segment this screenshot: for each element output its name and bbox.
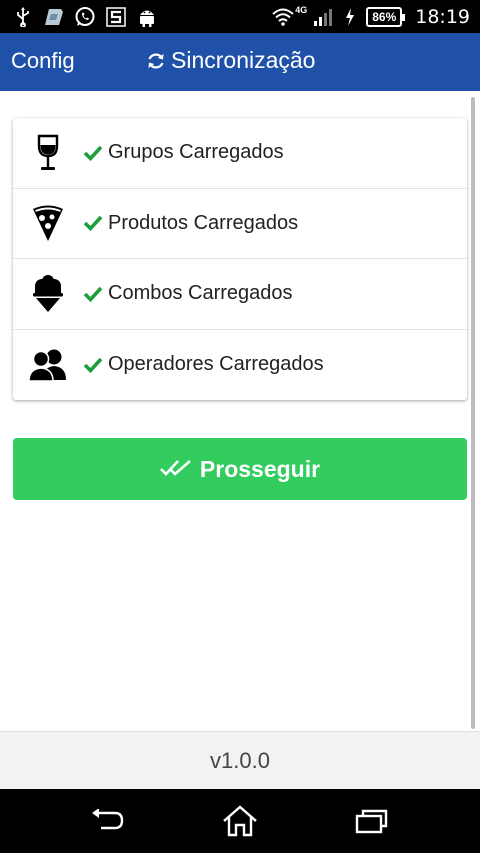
sync-content: Grupos Carregados Produtos Carregados Co… [0, 91, 480, 731]
list-item: Produtos Carregados [13, 188, 467, 259]
whatsapp-icon [74, 6, 96, 28]
app-bar: Config Sincronização [0, 33, 480, 91]
list-item: Grupos Carregados [13, 118, 467, 189]
list-item-label: Operadores Carregados [108, 353, 324, 376]
check-icon [83, 142, 105, 164]
back-icon[interactable] [88, 803, 128, 839]
battery-indicator: 86% [366, 6, 406, 27]
navigation-bar [0, 789, 480, 853]
check-icon [83, 283, 105, 305]
recent-apps-icon[interactable] [352, 803, 392, 839]
footer: v1.0.0 [0, 731, 480, 789]
wifi-icon [272, 6, 294, 28]
clock: 18:19 [415, 5, 470, 28]
notification-icons [12, 4, 158, 29]
list-item-label: Grupos Carregados [108, 141, 284, 164]
double-check-icon [160, 458, 192, 480]
system-status: 4G 86% 18:19 [272, 3, 470, 30]
scrollbar[interactable] [471, 97, 475, 729]
sim-card-icon [43, 6, 65, 28]
page-title: Sincronização [146, 47, 315, 74]
status-bar: 4G 86% 18:19 [0, 0, 480, 33]
list-item: Operadores Carregados [13, 330, 467, 401]
list-item-label: Combos Carregados [108, 282, 293, 305]
list-item-label: Produtos Carregados [108, 211, 299, 234]
sync-status-list: Grupos Carregados Produtos Carregados Co… [13, 118, 467, 400]
wine-glass-icon [13, 118, 83, 188]
check-icon [83, 354, 105, 376]
check-icon [83, 212, 105, 234]
home-icon[interactable] [220, 803, 260, 839]
proceed-button[interactable]: Prosseguir [13, 438, 467, 500]
page-title-text: Sincronização [171, 47, 316, 73]
app-version: v1.0.0 [210, 747, 270, 773]
usb-icon [12, 6, 34, 28]
sync-icon [146, 51, 166, 71]
users-icon [13, 330, 83, 400]
proceed-button-label: Prosseguir [199, 455, 321, 482]
signal-icon [312, 6, 334, 28]
android-icon [136, 6, 158, 28]
config-button[interactable]: Config [11, 48, 75, 74]
pizza-slice-icon [13, 188, 83, 258]
ice-cream-icon [13, 259, 83, 329]
charging-icon [339, 6, 361, 28]
list-item: Combos Carregados [13, 259, 467, 330]
s-app-icon [105, 6, 127, 28]
network-type: 4G [295, 4, 308, 15]
